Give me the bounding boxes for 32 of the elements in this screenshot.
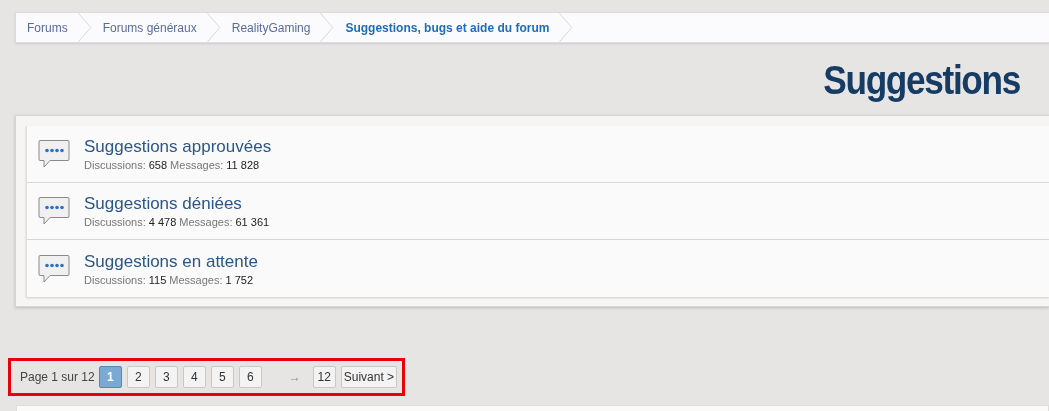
forum-title-link[interactable]: Suggestions en attente — [84, 251, 258, 272]
speech-bubble-icon — [38, 139, 70, 169]
speech-bubble-icon — [38, 196, 70, 226]
stat-value: 4 478 — [148, 216, 177, 228]
stat-label: Messages: — [170, 159, 224, 171]
forum-title-link[interactable]: Suggestions approuvées — [84, 137, 272, 157]
page-summary: Page 1 sur 12 — [20, 370, 95, 384]
breadcrumb-link[interactable]: Suggestions, bugs et aide du forum — [334, 13, 560, 42]
page-button[interactable]: 12 — [312, 366, 336, 388]
page-button[interactable]: 5 — [210, 366, 234, 388]
breadcrumb-link[interactable]: Forums généraux — [91, 13, 207, 42]
forum-title-link[interactable]: Suggestions déniées — [84, 194, 270, 214]
stat-value: 658 — [148, 159, 168, 171]
stat-value: 1 752 — [225, 273, 254, 286]
stat-label: Discussions: — [84, 273, 146, 286]
breadcrumb-link[interactable]: RealityGaming — [220, 13, 321, 42]
breadcrumb-link[interactable]: Forums — [16, 13, 78, 42]
page-button[interactable]: 6 — [238, 366, 262, 388]
skip-arrow: → — [288, 370, 301, 384]
page-button[interactable]: 3 — [154, 366, 178, 388]
stat-value: 61 361 — [235, 216, 270, 228]
stat-value: 115 — [148, 273, 167, 286]
stat-label: Messages: — [179, 216, 233, 228]
page-title: Suggestions — [822, 57, 1020, 103]
stat-label: Discussions: — [84, 159, 146, 171]
stat-label: Discussions: — [84, 216, 146, 228]
page-button[interactable]: 4 — [182, 366, 206, 388]
page-button[interactable]: 2 — [126, 366, 150, 388]
speech-bubble-icon — [38, 253, 70, 284]
stat-value: 11 828 — [226, 159, 260, 171]
next-page-button[interactable]: Suivant > — [340, 366, 398, 388]
stat-label: Messages: — [169, 273, 223, 286]
